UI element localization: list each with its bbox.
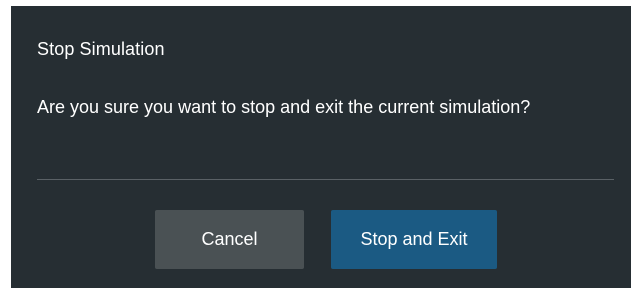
dialog-title: Stop Simulation [37, 39, 165, 59]
cancel-button[interactable]: Cancel [155, 210, 304, 269]
dialog-divider [37, 179, 614, 180]
stop-simulation-dialog: Stop Simulation Are you sure you want to… [11, 6, 631, 288]
dialog-message: Are you sure you want to stop and exit t… [37, 97, 531, 117]
stop-and-exit-button[interactable]: Stop and Exit [331, 210, 497, 269]
